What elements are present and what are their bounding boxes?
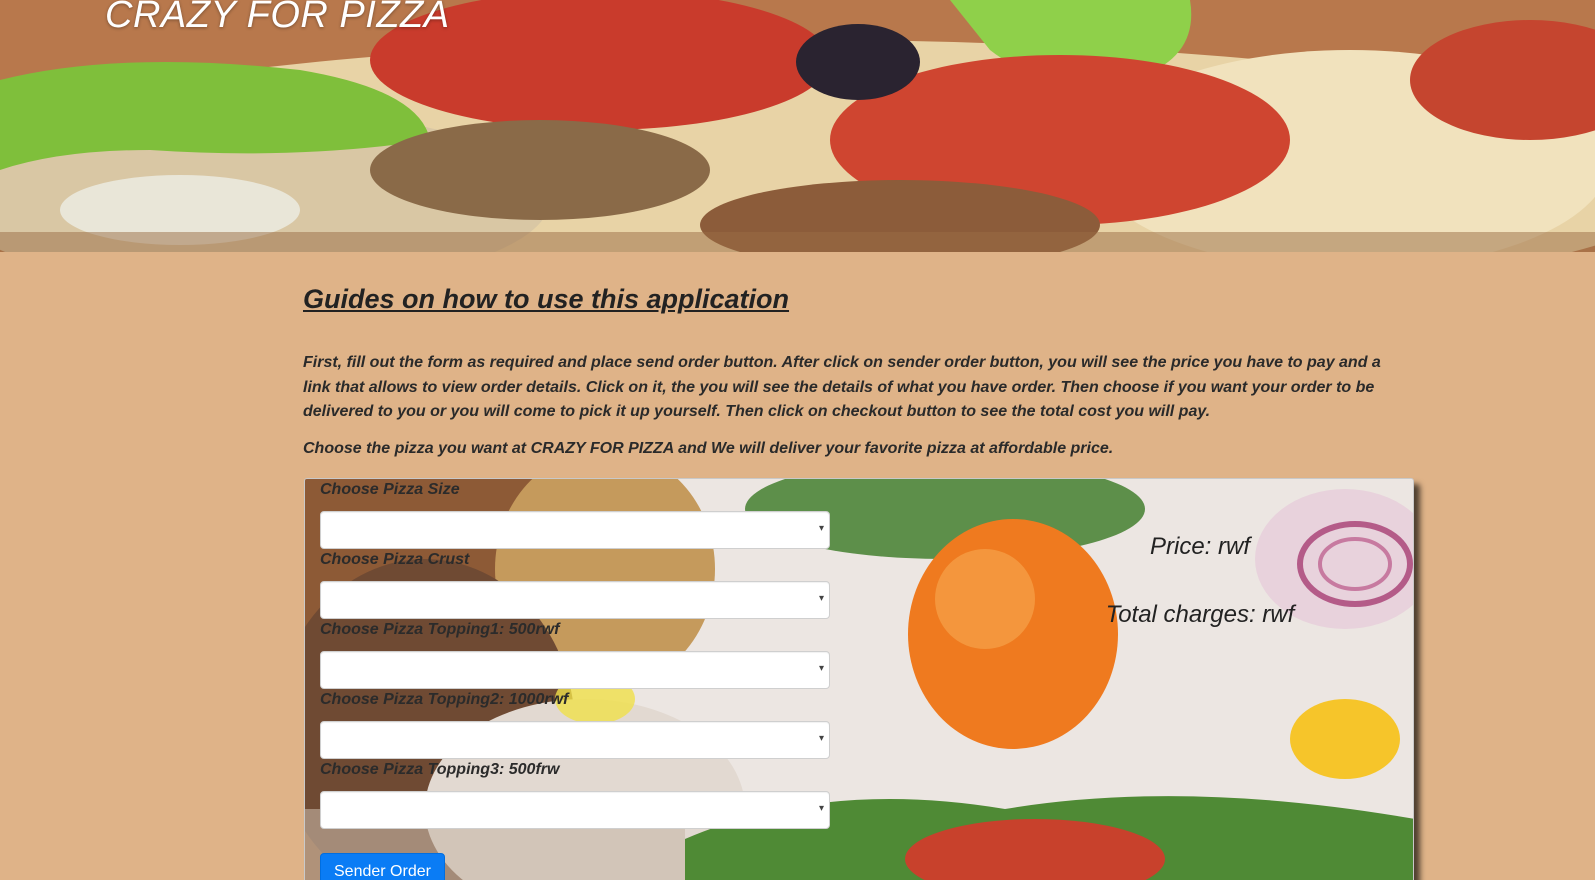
pizza-banner-image: [0, 0, 1595, 252]
pizza-crust-select[interactable]: ▾: [320, 581, 830, 619]
chevron-down-icon: ▾: [818, 593, 824, 604]
chevron-down-icon: ▾: [818, 523, 824, 534]
guide-instructions: First, fill out the form as required and…: [303, 354, 1381, 420]
pizza-topping3-label: Choose Pizza Topping3: 500frw: [320, 761, 560, 778]
guide-heading: Guides on how to use this application: [303, 284, 790, 314]
chevron-down-icon: ▾: [818, 733, 824, 744]
sender-order-button[interactable]: Sender Order: [320, 853, 445, 880]
chevron-down-icon: ▾: [818, 663, 824, 674]
pizza-topping2-label: Choose Pizza Topping2: 1000rwf: [320, 691, 569, 708]
pizza-size-label: Choose Pizza Size: [320, 481, 460, 498]
pizza-size-select[interactable]: ▾: [320, 511, 830, 549]
pizza-crust-label: Choose Pizza Crust: [320, 551, 470, 568]
site-title: CRAZY FOR PIZZA: [105, 0, 450, 36]
hero-banner: CRAZY FOR PIZZA: [0, 0, 1595, 252]
pizza-topping1-label: Choose Pizza Topping1: 500rwf: [320, 621, 560, 638]
pizza-topping3-select[interactable]: ▾: [320, 791, 830, 829]
order-form-panel: Choose Pizza Size ▾ Choose Pizza Crust ▾…: [304, 478, 1414, 880]
chevron-down-icon: ▾: [818, 803, 824, 814]
guide-tagline: Choose the pizza you want at CRAZY FOR P…: [303, 440, 1114, 457]
total-charges-display: Total charges: rwf: [1105, 601, 1295, 628]
pizza-topping2-select[interactable]: ▾: [320, 721, 830, 759]
price-display: Price: rwf: [1149, 533, 1250, 560]
pizza-topping1-select[interactable]: ▾: [320, 651, 830, 689]
